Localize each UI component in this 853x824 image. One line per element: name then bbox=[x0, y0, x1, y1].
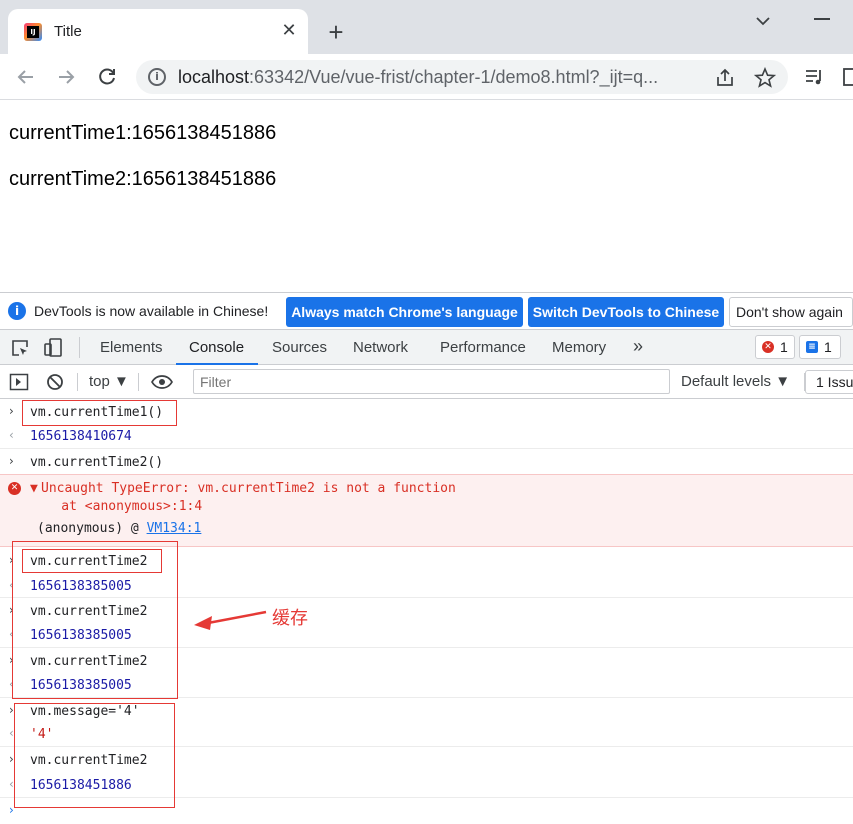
annotation-cache-label: 缓存 bbox=[272, 608, 308, 629]
inspect-element-icon[interactable] bbox=[10, 338, 30, 358]
issues-counter-button[interactable]: 1 Issu bbox=[805, 370, 853, 394]
current-time2-text: currentTime2:1656138451886 bbox=[9, 168, 277, 190]
more-tabs-icon[interactable]: » bbox=[633, 336, 643, 357]
tab-sources[interactable]: Sources bbox=[272, 339, 327, 356]
annotation-box-currenttime1 bbox=[22, 400, 177, 426]
current-time1-text: currentTime1:1656138451886 bbox=[9, 122, 277, 144]
devtools-tab-bar: Elements Console Sources Network Perform… bbox=[0, 330, 853, 365]
console-toolbar: top ▼ Default levels ▼ 1 Issu bbox=[0, 365, 853, 399]
context-selector[interactable]: top ▼ bbox=[89, 373, 129, 390]
infobar-message: DevTools is now available in Chinese! bbox=[34, 303, 269, 319]
devtools-language-infobar: i DevTools is now available in Chinese! … bbox=[0, 292, 853, 330]
stack-at: @ bbox=[130, 521, 139, 536]
tab-title: Title bbox=[54, 23, 82, 40]
message-count: 1 bbox=[824, 339, 832, 355]
tab-console[interactable]: Console bbox=[189, 339, 244, 356]
url-host: localhost bbox=[178, 67, 250, 87]
tab-search-chevron-icon[interactable] bbox=[752, 10, 774, 32]
error-location: at <anonymous>:1:4 bbox=[30, 499, 203, 514]
annotation-box-updated-group bbox=[14, 703, 175, 808]
new-tab-button[interactable]: + bbox=[322, 18, 350, 46]
row-divider bbox=[0, 448, 853, 449]
console-error-message: ✕ ▼ Uncaught TypeError: vm.currentTime2 … bbox=[0, 474, 853, 547]
device-toolbar-icon[interactable] bbox=[42, 337, 64, 359]
message-count-badge[interactable]: ≡ 1 bbox=[799, 335, 841, 359]
output-chevron-icon: ‹ bbox=[9, 428, 14, 442]
clear-console-icon[interactable] bbox=[46, 373, 64, 391]
context-label: top bbox=[89, 373, 110, 390]
reading-list-icon[interactable] bbox=[804, 66, 826, 88]
url-path: :63342/Vue/vue-frist/chapter-1/demo8.htm… bbox=[249, 67, 659, 87]
tab-strip: IJ Title ✕ + bbox=[0, 0, 853, 54]
sidebar-toggle-icon[interactable] bbox=[9, 373, 29, 391]
tab-memory[interactable]: Memory bbox=[552, 339, 606, 356]
live-expression-eye-icon[interactable] bbox=[151, 374, 173, 390]
filter-input[interactable] bbox=[194, 370, 669, 393]
annotation-box-currenttime2 bbox=[22, 549, 162, 573]
log-levels-label: Default levels bbox=[681, 373, 772, 390]
toolbar-divider bbox=[79, 337, 80, 358]
error-count-badge[interactable]: ✕ 1 bbox=[755, 335, 795, 359]
message-icon: ≡ bbox=[806, 341, 818, 353]
info-icon: i bbox=[8, 302, 26, 320]
error-expand-triangle-icon[interactable]: ▼ bbox=[30, 481, 38, 496]
error-text: Uncaught TypeError: vm.currentTime2 is n… bbox=[41, 481, 456, 496]
toolbar-divider bbox=[138, 373, 139, 391]
intellij-favicon-icon: IJ bbox=[24, 23, 42, 41]
console-result[interactable]: 1656138410674 bbox=[30, 429, 132, 444]
toolbar-divider bbox=[77, 373, 78, 391]
input-chevron-icon: › bbox=[9, 404, 14, 418]
favicon-text: IJ bbox=[27, 26, 39, 38]
always-match-language-button[interactable]: Always match Chrome's language bbox=[286, 297, 523, 327]
error-icon: ✕ bbox=[762, 341, 774, 353]
window-minimize-icon[interactable] bbox=[814, 18, 830, 20]
browser-tab[interactable]: IJ Title ✕ bbox=[8, 9, 308, 54]
console-command[interactable]: vm.currentTime2() bbox=[30, 455, 163, 470]
tab-close-icon[interactable]: ✕ bbox=[278, 19, 300, 41]
log-levels-dropdown[interactable]: Default levels ▼ bbox=[681, 373, 790, 390]
url-text[interactable]: localhost:63342/Vue/vue-frist/chapter-1/… bbox=[178, 67, 658, 88]
annotation-arrow-icon bbox=[194, 610, 267, 630]
share-icon[interactable] bbox=[714, 67, 736, 89]
tab-network[interactable]: Network bbox=[353, 339, 408, 356]
console-filter-field[interactable] bbox=[193, 369, 670, 394]
dont-show-again-button[interactable]: Don't show again bbox=[729, 297, 853, 327]
input-chevron-icon: › bbox=[9, 454, 14, 468]
browser-toolbar: i localhost:63342/Vue/vue-frist/chapter-… bbox=[0, 54, 853, 100]
side-panel-icon[interactable] bbox=[842, 66, 853, 88]
address-bar[interactable]: i localhost:63342/Vue/vue-frist/chapter-… bbox=[136, 60, 788, 94]
error-circle-icon: ✕ bbox=[8, 482, 21, 495]
forward-arrow-icon[interactable] bbox=[53, 64, 79, 90]
stack-function: (anonymous) bbox=[37, 521, 124, 536]
bookmark-star-icon[interactable] bbox=[754, 67, 776, 89]
reload-icon[interactable] bbox=[94, 64, 120, 90]
error-stack-frame: (anonymous) @ VM134:1 bbox=[37, 521, 201, 536]
switch-devtools-chinese-button[interactable]: Switch DevTools to Chinese bbox=[528, 297, 724, 327]
console-input-row: › vm.currentTime2() bbox=[0, 450, 853, 474]
tab-performance[interactable]: Performance bbox=[440, 339, 526, 356]
stack-source-link[interactable]: VM134:1 bbox=[147, 521, 202, 536]
tab-elements[interactable]: Elements bbox=[100, 339, 163, 356]
console-result-row: ‹ 1656138410674 bbox=[0, 424, 853, 448]
error-count: 1 bbox=[780, 339, 788, 355]
site-info-icon[interactable]: i bbox=[148, 68, 166, 86]
back-arrow-icon[interactable] bbox=[13, 64, 39, 90]
